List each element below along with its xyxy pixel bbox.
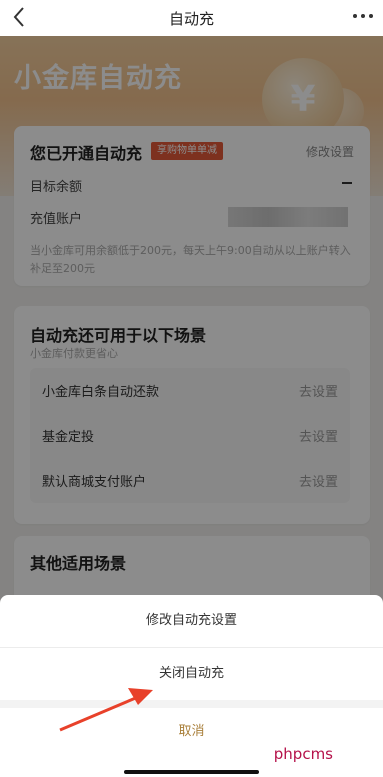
watermark: phpcms — [273, 745, 333, 763]
action-sheet: 修改自动充设置 关闭自动充 取消 phpcms — [0, 595, 383, 777]
home-indicator — [124, 770, 259, 774]
page-title: 自动充 — [168, 9, 214, 28]
top-navigation-bar: 自动充 — [0, 0, 383, 36]
close-auto-recharge-button[interactable]: 关闭自动充 — [0, 648, 383, 700]
back-arrow-icon[interactable] — [8, 5, 32, 29]
section-gap — [0, 700, 383, 708]
modify-auto-recharge-button[interactable]: 修改自动充设置 — [0, 595, 383, 647]
more-options-icon[interactable] — [353, 14, 373, 18]
